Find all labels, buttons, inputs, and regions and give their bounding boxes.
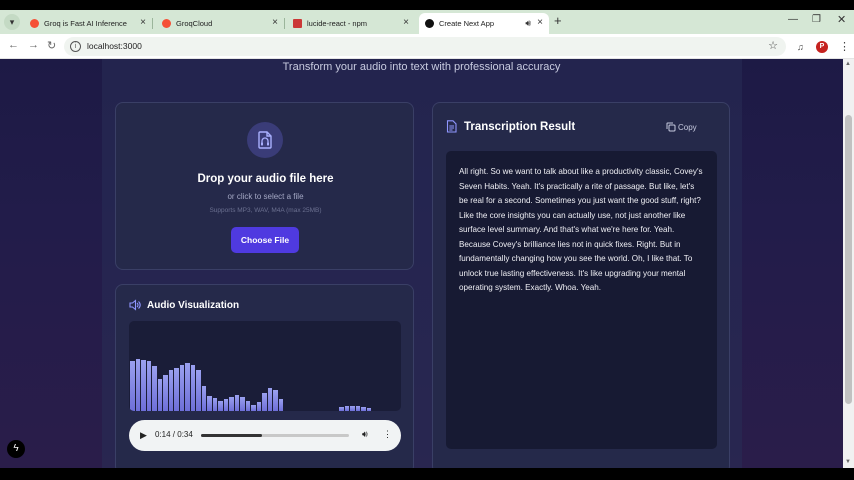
tab-npm[interactable]: lucide-react - npm × bbox=[287, 13, 415, 34]
waveform-bar bbox=[201, 386, 207, 411]
dropzone-title: Drop your audio file here bbox=[197, 173, 334, 185]
waveform-bar bbox=[366, 408, 372, 411]
audio-file-icon bbox=[247, 122, 283, 158]
waveform-bar bbox=[245, 401, 251, 411]
waveform-bar bbox=[251, 405, 256, 411]
groq-favicon-icon bbox=[162, 19, 171, 28]
seek-slider[interactable] bbox=[201, 434, 349, 437]
waveform-bar bbox=[350, 406, 355, 411]
scrollbar-thumb[interactable] bbox=[845, 115, 852, 404]
waveform-bar bbox=[240, 397, 245, 411]
media-controls-icon[interactable]: ♫ bbox=[797, 42, 804, 52]
dropzone-subtitle: or click to select a file bbox=[227, 192, 304, 201]
page-viewport: Transform your audio into text with prof… bbox=[0, 59, 843, 468]
forward-icon[interactable]: → bbox=[28, 39, 39, 51]
waveform-bar bbox=[223, 399, 229, 411]
tab-groq[interactable]: Groq is Fast AI Inference × bbox=[24, 13, 153, 34]
close-icon[interactable]: × bbox=[537, 17, 543, 28]
waveform-bar bbox=[196, 370, 201, 411]
volume-icon bbox=[129, 299, 141, 311]
waveform-bar bbox=[152, 366, 157, 411]
waveform-bar bbox=[179, 365, 185, 411]
waveform-bar bbox=[234, 395, 240, 411]
audio-player: ▶ 0:14 / 0:34 🔊︎ ⋮ bbox=[129, 420, 401, 451]
waveform-bar bbox=[141, 360, 146, 411]
waveform-bar bbox=[135, 359, 141, 411]
screen-top-border bbox=[0, 0, 854, 10]
waveform-bar bbox=[267, 388, 273, 411]
waveform-bar bbox=[212, 398, 218, 411]
site-info-icon[interactable]: i bbox=[70, 41, 81, 52]
waveform-bar bbox=[278, 399, 284, 411]
play-icon[interactable]: ▶ bbox=[140, 430, 147, 441]
transcript-text: All right. So we want to talk about like… bbox=[459, 167, 703, 292]
waveform-bar bbox=[262, 393, 267, 411]
waveform-bar bbox=[157, 379, 163, 411]
document-icon bbox=[446, 120, 457, 133]
waveform-bar bbox=[218, 401, 223, 411]
waveform-bar bbox=[355, 406, 361, 411]
groq-favicon-icon bbox=[30, 19, 39, 28]
copy-icon[interactable] bbox=[666, 122, 676, 132]
tab-title: Create Next App bbox=[439, 19, 495, 28]
window-close-icon[interactable]: ✕ bbox=[837, 13, 846, 26]
waveform-bar bbox=[130, 361, 135, 411]
npm-favicon-icon bbox=[293, 19, 302, 28]
playback-time: 0:14 / 0:34 bbox=[155, 430, 193, 439]
volume-icon[interactable]: 🔊︎ bbox=[362, 429, 368, 440]
close-icon[interactable]: × bbox=[272, 17, 278, 28]
page-scrollbar[interactable]: ▲ ▼ bbox=[843, 59, 854, 468]
browser-menu-icon[interactable]: ⋮ bbox=[839, 40, 850, 53]
visualization-title: Audio Visualization bbox=[147, 300, 240, 311]
waveform-bar bbox=[185, 363, 190, 411]
nextjs-dev-tools-icon[interactable]: ϟ bbox=[7, 440, 25, 458]
back-icon[interactable]: ← bbox=[8, 39, 19, 51]
url-text[interactable]: localhost:3000 bbox=[87, 41, 142, 51]
tab-title: lucide-react - npm bbox=[307, 19, 368, 28]
waveform-bar bbox=[344, 406, 350, 411]
reload-icon[interactable]: ↻ bbox=[47, 39, 56, 52]
bookmark-star-icon[interactable]: ☆ bbox=[768, 39, 778, 52]
waveform-bar bbox=[229, 397, 234, 411]
restore-icon[interactable]: ❐ bbox=[812, 14, 821, 25]
tab-create-next-app[interactable]: Create Next App 🔊︎ × bbox=[419, 13, 549, 34]
screen-bottom-border bbox=[0, 468, 854, 480]
tab-bar: ▾ Groq is Fast AI Inference × GroqCloud … bbox=[0, 10, 854, 34]
tab-groqcloud[interactable]: GroqCloud × bbox=[156, 13, 285, 34]
profile-avatar[interactable]: P bbox=[816, 41, 828, 53]
waveform-canvas bbox=[129, 321, 401, 411]
nextjs-favicon-icon bbox=[425, 19, 434, 28]
more-options-icon[interactable]: ⋮ bbox=[383, 429, 392, 440]
omnibox[interactable]: i localhost:3000 ☆ bbox=[64, 37, 786, 56]
transcription-result-card: Transcription Result Copy All right. So … bbox=[432, 102, 730, 468]
dropzone-supported-formats: Supports MP3, WAV, M4A (max 25MB) bbox=[209, 207, 322, 214]
waveform-bar bbox=[190, 365, 196, 411]
page-subtitle: Transform your audio into text with prof… bbox=[282, 61, 561, 73]
copy-button[interactable]: Copy bbox=[678, 123, 697, 132]
close-icon[interactable]: × bbox=[403, 17, 409, 28]
seek-progress bbox=[201, 434, 262, 437]
waveform-bar bbox=[339, 407, 344, 411]
waveform-bar bbox=[207, 396, 212, 411]
new-tab-icon[interactable]: + bbox=[554, 13, 562, 28]
tab-title: GroqCloud bbox=[176, 19, 213, 28]
choose-file-button[interactable]: Choose File bbox=[231, 227, 299, 253]
speaker-icon[interactable]: 🔊︎ bbox=[525, 18, 531, 29]
address-bar: ← → ↻ i localhost:3000 ☆ ♫ P ⋮ bbox=[0, 34, 854, 59]
close-icon[interactable]: × bbox=[140, 17, 146, 28]
waveform-bar bbox=[256, 402, 262, 411]
waveform-bar bbox=[361, 407, 366, 411]
minimize-icon[interactable]: — bbox=[788, 14, 798, 25]
audio-visualization-card: Audio Visualization ▶ 0:14 / 0:34 🔊︎ ⋮ bbox=[115, 284, 414, 468]
waveform-bar bbox=[273, 390, 278, 411]
result-title: Transcription Result bbox=[464, 121, 576, 133]
tab-title: Groq is Fast AI Inference bbox=[44, 19, 127, 28]
waveform-bar bbox=[174, 368, 179, 411]
waveform-bar bbox=[163, 375, 168, 411]
transcript-box: All right. So we want to talk about like… bbox=[446, 151, 717, 449]
tab-search-icon[interactable]: ▾ bbox=[4, 14, 20, 30]
upload-dropzone[interactable]: Drop your audio file here or click to se… bbox=[115, 102, 414, 270]
waveform-bar bbox=[168, 370, 174, 411]
waveform-bar bbox=[146, 361, 152, 411]
